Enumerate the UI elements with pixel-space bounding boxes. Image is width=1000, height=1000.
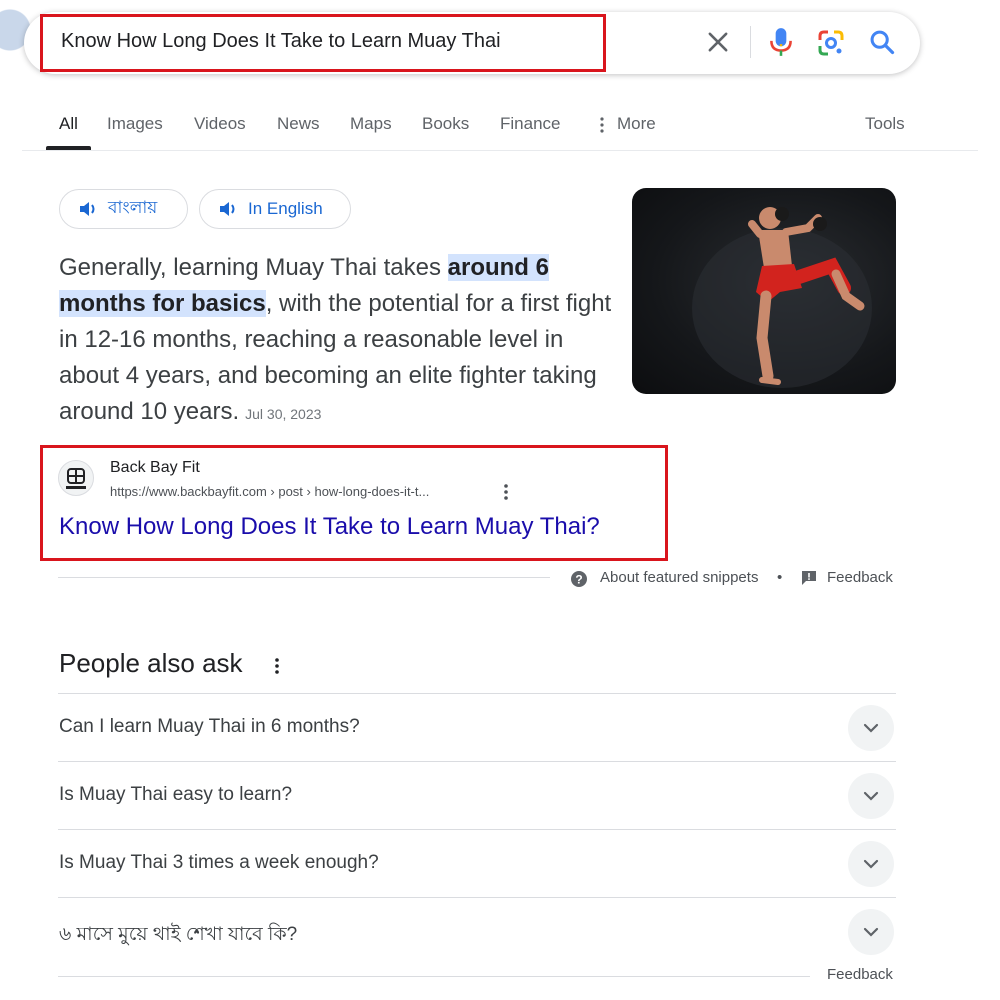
chevron-down-icon[interactable] bbox=[848, 705, 894, 751]
feedback-flag-icon bbox=[802, 571, 816, 585]
speaker-icon bbox=[80, 202, 95, 216]
search-input[interactable]: Know How Long Does It Take to Learn Muay… bbox=[61, 30, 501, 53]
help-circle-icon: ? bbox=[571, 571, 587, 587]
microphone-icon[interactable] bbox=[768, 26, 794, 58]
snippet-feedback-link[interactable]: Feedback bbox=[827, 569, 893, 586]
people-also-ask-title: People also ask bbox=[59, 648, 243, 678]
tab-all[interactable]: All bbox=[59, 114, 78, 134]
paa-feedback-link[interactable]: Feedback bbox=[827, 966, 893, 983]
featured-snippet-text: Generally, learning Muay Thai takes arou… bbox=[59, 250, 619, 432]
paa-question: Is Muay Thai easy to learn? bbox=[59, 784, 293, 805]
site-url[interactable]: https://www.backbayfit.com › post › how-… bbox=[110, 484, 429, 499]
vertical-dots-icon[interactable] bbox=[270, 655, 284, 677]
paa-question-row[interactable]: Can I learn Muay Thai in 6 months? bbox=[58, 693, 896, 761]
speaker-icon bbox=[220, 202, 235, 216]
listen-bangla-chip[interactable]: বাংলায় bbox=[59, 189, 188, 229]
chevron-down-icon[interactable] bbox=[848, 841, 894, 887]
listen-english-chip[interactable]: In English bbox=[199, 189, 351, 229]
chip-label: In English bbox=[248, 199, 323, 218]
snippet-text-before: Generally, learning Muay Thai takes bbox=[59, 254, 448, 281]
tools-button[interactable]: Tools bbox=[865, 114, 905, 134]
about-featured-snippets-link[interactable]: About featured snippets bbox=[600, 569, 758, 586]
footer-separator: • bbox=[777, 569, 783, 586]
close-icon[interactable] bbox=[704, 28, 732, 56]
site-name[interactable]: Back Bay Fit bbox=[110, 459, 200, 477]
paa-question: Is Muay Thai 3 times a week enough? bbox=[59, 852, 379, 873]
chip-label: বাংলায় bbox=[108, 198, 158, 217]
paa-question: ৬ মাসে মুয়ে থাই শেখা যাবে কি? bbox=[59, 924, 298, 945]
paa-bottom-divider bbox=[58, 976, 810, 977]
tab-videos[interactable]: Videos bbox=[194, 114, 246, 134]
paa-question-row[interactable]: ৬ মাসে মুয়ে থাই শেখা যাবে কি? bbox=[58, 897, 896, 965]
chevron-down-icon[interactable] bbox=[848, 773, 894, 819]
vertical-dots-icon bbox=[600, 117, 604, 133]
result-options-icon[interactable] bbox=[500, 481, 512, 503]
result-title-link[interactable]: Know How Long Does It Take to Learn Muay… bbox=[59, 513, 600, 541]
site-favicon[interactable] bbox=[58, 460, 94, 496]
snippet-date: Jul 30, 2023 bbox=[245, 406, 322, 422]
paa-question-row[interactable]: Is Muay Thai easy to learn? bbox=[58, 761, 896, 829]
paa-question-row[interactable]: Is Muay Thai 3 times a week enough? bbox=[58, 829, 896, 897]
snippet-divider bbox=[58, 577, 550, 578]
tab-finance[interactable]: Finance bbox=[500, 114, 560, 134]
search-bar-divider bbox=[750, 26, 751, 58]
paa-question: Can I learn Muay Thai in 6 months? bbox=[59, 716, 360, 737]
tab-maps[interactable]: Maps bbox=[350, 114, 392, 134]
google-lens-icon[interactable] bbox=[816, 28, 846, 58]
tabs-divider bbox=[22, 150, 978, 151]
tab-more[interactable]: More bbox=[617, 114, 656, 134]
muay-thai-fighter-image[interactable] bbox=[632, 188, 896, 394]
chevron-down-icon[interactable] bbox=[848, 909, 894, 955]
tab-news[interactable]: News bbox=[277, 114, 320, 134]
svg-text:?: ? bbox=[575, 573, 582, 587]
tab-books[interactable]: Books bbox=[422, 114, 469, 134]
tab-images[interactable]: Images bbox=[107, 114, 163, 134]
search-icon[interactable] bbox=[868, 28, 896, 56]
